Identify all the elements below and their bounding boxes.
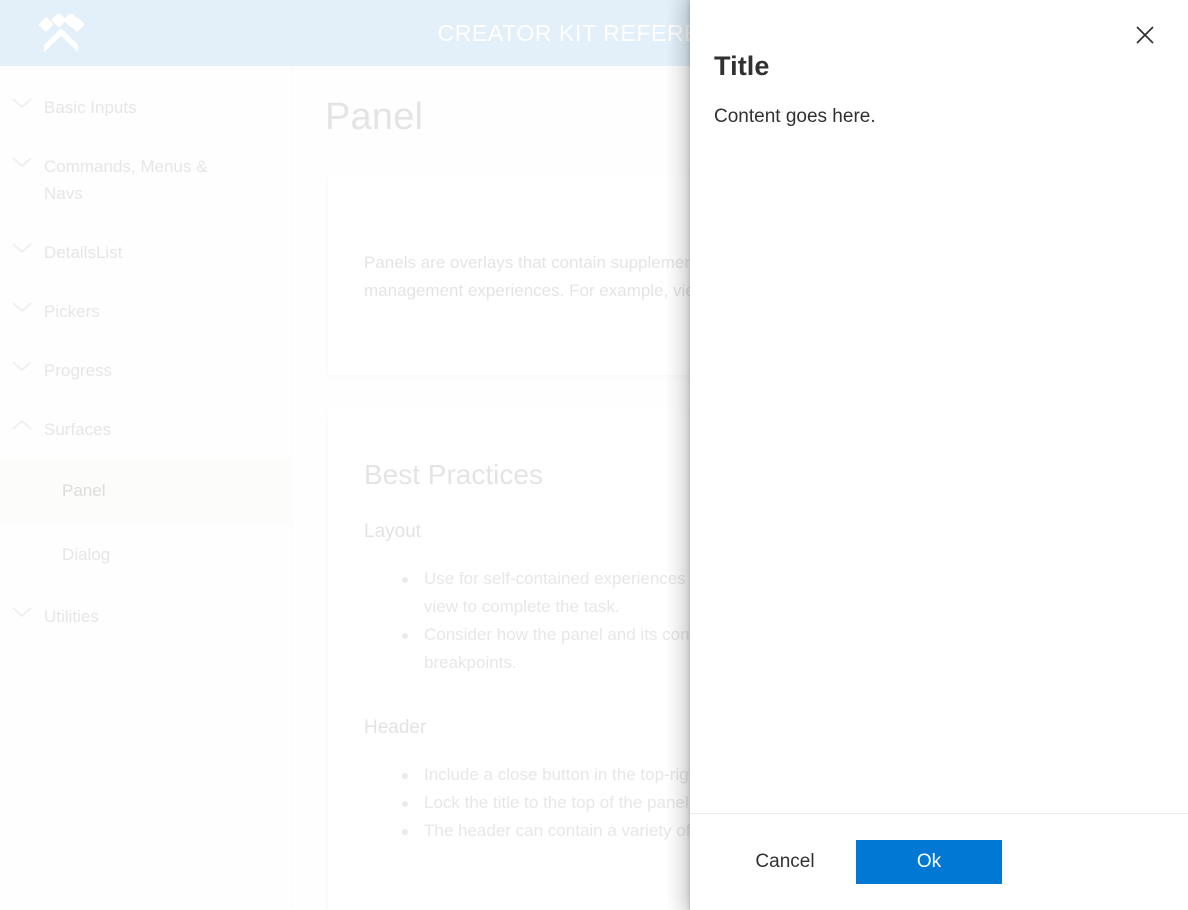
close-icon[interactable] <box>1124 14 1166 56</box>
sidebar-item-utilities[interactable]: Utilities <box>0 587 291 646</box>
chevron-down-icon <box>0 94 44 110</box>
sidebar-item-label: Panel <box>62 481 106 500</box>
chevron-down-icon <box>0 357 44 373</box>
chevron-down-icon <box>0 298 44 314</box>
sidebar-item-label: Utilities <box>44 607 99 626</box>
sidebar-item-label: Surfaces <box>44 420 112 439</box>
sidebar-item-progress[interactable]: Progress <box>0 341 291 400</box>
sidebar-item-detailslist[interactable]: DetailsList <box>0 223 291 282</box>
panel-footer: Cancel Ok <box>690 813 1188 910</box>
sidebar-item-surfaces[interactable]: Surfaces <box>0 400 291 459</box>
sidebar-item-label: Commands, Menus & Navs <box>44 157 208 203</box>
sidebar-item-label: Pickers <box>44 302 100 321</box>
sidebar-nav: Basic Inputs Commands, Menus & Navs Deta… <box>0 66 292 910</box>
panel-surface: Title Content goes here. Cancel Ok <box>690 0 1188 910</box>
ok-button[interactable]: Ok <box>856 840 1002 884</box>
sidebar-item-commands-menus-navs[interactable]: Commands, Menus & Navs <box>0 137 291 223</box>
sidebar-item-panel[interactable]: Panel <box>0 459 291 523</box>
chevron-down-icon <box>0 239 44 255</box>
sidebar-item-pickers[interactable]: Pickers <box>0 282 291 341</box>
panel-title: Title <box>714 51 770 81</box>
app-root: CREATOR KIT REFERENCE Basic Inputs Comma… <box>0 0 1188 910</box>
chevron-down-icon <box>0 153 44 169</box>
sidebar-item-dialog[interactable]: Dialog <box>0 523 291 587</box>
sidebar-item-label: Progress <box>44 361 113 380</box>
cancel-button[interactable]: Cancel <box>714 840 856 884</box>
sidebar-item-label: Basic Inputs <box>44 98 137 117</box>
chevron-down-icon <box>0 603 44 619</box>
panel-content: Content goes here. <box>690 82 1188 813</box>
sidebar-item-label: Dialog <box>62 545 111 564</box>
panel-content-text: Content goes here. <box>714 106 876 127</box>
sidebar-item-label: DetailsList <box>44 243 123 262</box>
chevron-up-icon <box>0 416 44 432</box>
sidebar-item-basic-inputs[interactable]: Basic Inputs <box>0 78 291 137</box>
